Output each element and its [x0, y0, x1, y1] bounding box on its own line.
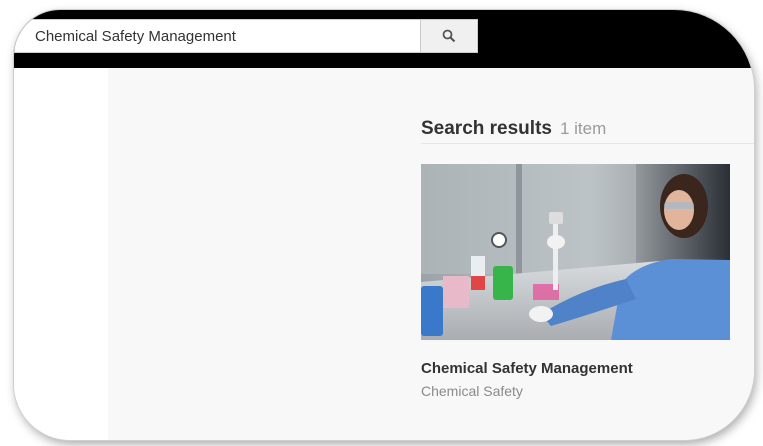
results-header: Search results 1 item: [421, 118, 606, 140]
result-category: Chemical Safety: [421, 383, 523, 399]
divider: [421, 143, 754, 144]
result-title[interactable]: Chemical Safety Management: [421, 360, 731, 377]
result-card[interactable]: Chemical Safety Management Chemical Safe…: [421, 164, 731, 399]
main-content: Search results 1 item Chemical Safety Ma…: [108, 68, 754, 440]
search-button[interactable]: [420, 19, 478, 53]
search-input[interactable]: [14, 19, 420, 53]
lab-photo-thumbnail[interactable]: [421, 164, 730, 340]
search-icon: [442, 29, 456, 43]
left-panel: [14, 68, 108, 440]
browser-frame: Search results 1 item: [14, 10, 754, 440]
results-count: 1 item: [559, 119, 607, 138]
top-bar: [14, 10, 754, 68]
results-title: Search results: [421, 118, 552, 139]
